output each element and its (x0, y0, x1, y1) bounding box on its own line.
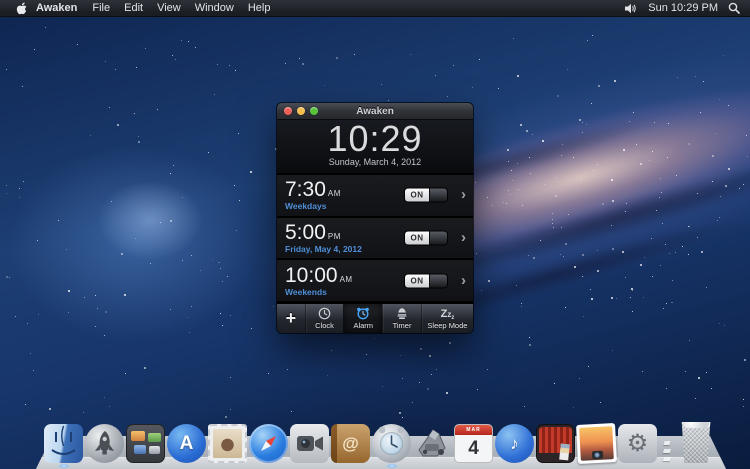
alarm-toggle[interactable]: ON (405, 274, 447, 288)
alarm-meridiem: PM (327, 232, 341, 241)
dock-icon-finder[interactable] (44, 424, 83, 468)
minimize-button[interactable] (297, 107, 305, 115)
volume-icon[interactable] (625, 3, 638, 14)
alarm-time: 7:30 (285, 178, 326, 202)
menu-edit[interactable]: Edit (124, 2, 143, 14)
chevron-right-icon[interactable]: › (461, 186, 466, 203)
alarm-row[interactable]: 7:30 AM Weekdays ON › (277, 175, 473, 216)
alarm-time: 5:00 (285, 221, 326, 244)
spotlight-icon[interactable] (728, 2, 740, 14)
dock-icon-awaken-alarm-clock[interactable] (372, 424, 411, 468)
alarm-row[interactable]: 5:00 PM Friday, May 4, 2012 ON › (277, 217, 473, 259)
menu-app-name[interactable]: Awaken (36, 2, 77, 14)
window-toolbar: + Clock Alarm Timer Zzz Sleep Mode (277, 303, 473, 333)
video-camera-icon (297, 436, 323, 451)
toggle-knob[interactable] (429, 231, 447, 245)
alarm-meridiem: AM (327, 189, 341, 199)
dock-divider (659, 424, 675, 463)
alarm-toggle[interactable]: ON (405, 188, 447, 202)
menu-window[interactable]: Window (195, 2, 234, 14)
dock-icon-launchpad[interactable] (85, 424, 124, 463)
current-date: Sunday, March 4, 2012 (328, 157, 422, 167)
alarm-meridiem: AM (339, 274, 353, 284)
dock-icon-mail[interactable] (208, 424, 247, 463)
rocket-icon (95, 431, 114, 455)
window-titlebar[interactable]: Awaken (277, 103, 473, 120)
alarm-list: 7:30 AM Weekdays ON › 5:00 PM Friday, Ma… (277, 173, 473, 303)
desktop: Awaken File Edit View Window Help Sun 10… (0, 0, 750, 469)
tab-alarm[interactable]: Alarm (343, 304, 383, 333)
running-indicator (385, 464, 398, 468)
dock-icon-app-store[interactable]: A (167, 424, 206, 463)
current-time: 10:29 (327, 118, 423, 159)
apple-menu[interactable] (10, 1, 32, 15)
awaken-window: Awaken 10:29 Sunday, March 4, 2012 7:30 … (277, 103, 473, 333)
tab-clock[interactable]: Clock (304, 304, 344, 333)
dock-icon-itunes[interactable]: ♪ (495, 424, 534, 463)
alarm-label: Friday, May 4, 2012 (285, 244, 362, 254)
dock-icon-spaceship-app[interactable] (413, 424, 452, 463)
menu-help[interactable]: Help (248, 2, 271, 14)
alarm-toggle[interactable]: ON (405, 231, 447, 245)
dock-icon-iphoto[interactable] (576, 423, 617, 464)
tab-timer[interactable]: Timer (382, 304, 421, 333)
chevron-right-icon[interactable]: › (461, 271, 466, 288)
dock-icon-photo-booth[interactable] (536, 424, 575, 463)
calendar-day-number: 4 (468, 438, 479, 459)
dock-icon-safari[interactable] (249, 424, 288, 463)
dock-icon-facetime[interactable] (290, 424, 329, 463)
menu-file[interactable]: File (92, 2, 110, 14)
alarm-label: Weekdays (285, 201, 327, 212)
tab-timer-label: Timer (392, 321, 412, 330)
at-sign-glyph: @ (342, 433, 359, 453)
toggle-knob[interactable] (429, 274, 447, 288)
running-indicator (57, 464, 70, 468)
calendar-month-header: MAR (455, 425, 492, 435)
alarm-time: 10:00 (285, 263, 338, 287)
add-alarm-button[interactable]: + (277, 304, 305, 333)
dock-icon-ical[interactable]: MAR 4 (454, 424, 493, 463)
tab-alarm-label: Alarm (353, 321, 374, 330)
menu-bar: Awaken File Edit View Window Help Sun 10… (0, 0, 750, 17)
compass-needle-icon (261, 436, 276, 451)
app-store-a-glyph: A (179, 432, 194, 454)
dock-icon-address-book[interactable]: @ (331, 424, 370, 463)
tab-clock-label: Clock (315, 321, 334, 330)
alarm-row[interactable]: 10:00 AM Weekends ON › (277, 260, 473, 302)
camera-icon (591, 450, 603, 460)
stamp-picture (213, 429, 242, 458)
finder-face-icon (51, 425, 76, 455)
dock-icon-mission-control[interactable] (126, 424, 165, 463)
menu-clock[interactable]: Sun 10:29 PM (648, 2, 718, 14)
timer-icon (397, 308, 407, 319)
alarm-label: Weekends (285, 286, 327, 297)
clock-display: 10:29 Sunday, March 4, 2012 (277, 120, 473, 173)
dock: A @ MAR 4 ♪ ⚙ (0, 413, 750, 469)
menu-view[interactable]: View (157, 2, 181, 14)
toggle-on-label: ON (405, 231, 429, 245)
apple-logo-icon (16, 2, 27, 15)
photo-strip (559, 443, 570, 461)
dock-icon-system-preferences[interactable]: ⚙ (618, 424, 657, 463)
tab-sleep-mode-label: Sleep Mode (427, 321, 468, 330)
clock-icon (318, 307, 331, 320)
alarm-icon (357, 307, 370, 320)
sleep-zzz-icon: Zzz (440, 308, 455, 322)
tab-sleep-mode[interactable]: Zzz Sleep Mode (420, 304, 473, 333)
spaceship-icon (418, 429, 446, 457)
close-button[interactable] (284, 107, 292, 115)
toggle-knob[interactable] (429, 188, 447, 202)
music-note-glyph: ♪ (510, 433, 519, 453)
gear-icon: ⚙ (626, 430, 649, 457)
chevron-right-icon[interactable]: › (461, 229, 466, 246)
alarm-clock-icon (378, 426, 405, 448)
dock-icon-trash[interactable] (681, 422, 711, 463)
toggle-on-label: ON (405, 188, 429, 202)
zoom-button[interactable] (310, 107, 318, 115)
toggle-on-label: ON (405, 274, 429, 288)
